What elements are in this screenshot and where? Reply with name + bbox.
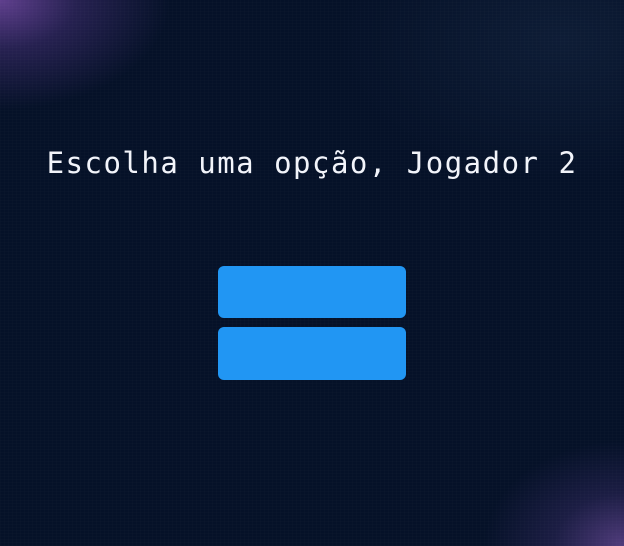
game-screen: Escolha uma opção, Jogador 2 [0,0,624,546]
option-button-2[interactable] [218,327,406,380]
option-list [218,266,406,389]
choice-prompt-title: Escolha uma opção, Jogador 2 [46,146,578,180]
option-button-1[interactable] [218,266,406,318]
